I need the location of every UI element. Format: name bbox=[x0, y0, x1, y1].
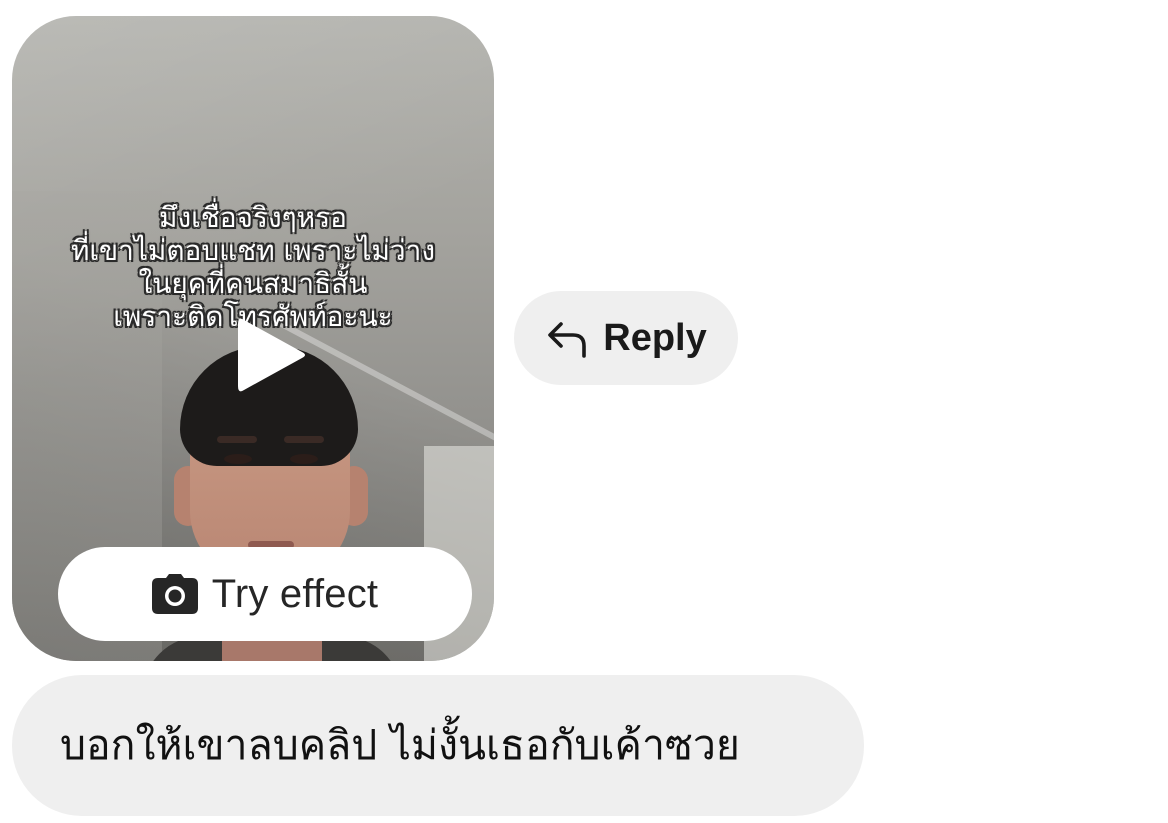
reply-button[interactable]: Reply bbox=[514, 291, 738, 385]
try-effect-button[interactable]: Try effect bbox=[58, 547, 472, 641]
reply-arrow-icon bbox=[548, 322, 587, 358]
camera-icon bbox=[151, 574, 198, 614]
message-text: บอกให้เขาลบคลิป ไม่งั้นเธอกับเค้าซวย bbox=[60, 721, 740, 769]
caption-line: ที่เขาไม่ตอบแชท เพราะไม่ว่าง bbox=[70, 234, 436, 267]
video-message-card[interactable]: มึงเชื่อจริงๆหรอ ที่เขาไม่ตอบแชท เพราะไม… bbox=[12, 16, 494, 661]
reply-label: Reply bbox=[603, 316, 707, 359]
try-effect-label: Try effect bbox=[211, 571, 379, 616]
caption-line: ในยุคที่คนสมาธิสั้น bbox=[138, 267, 368, 300]
message-bubble[interactable]: บอกให้เขาลบคลิป ไม่งั้นเธอกับเค้าซวย bbox=[12, 675, 864, 816]
play-icon[interactable] bbox=[234, 314, 308, 396]
caption-line: มึงเชื่อจริงๆหรอ bbox=[159, 201, 347, 234]
